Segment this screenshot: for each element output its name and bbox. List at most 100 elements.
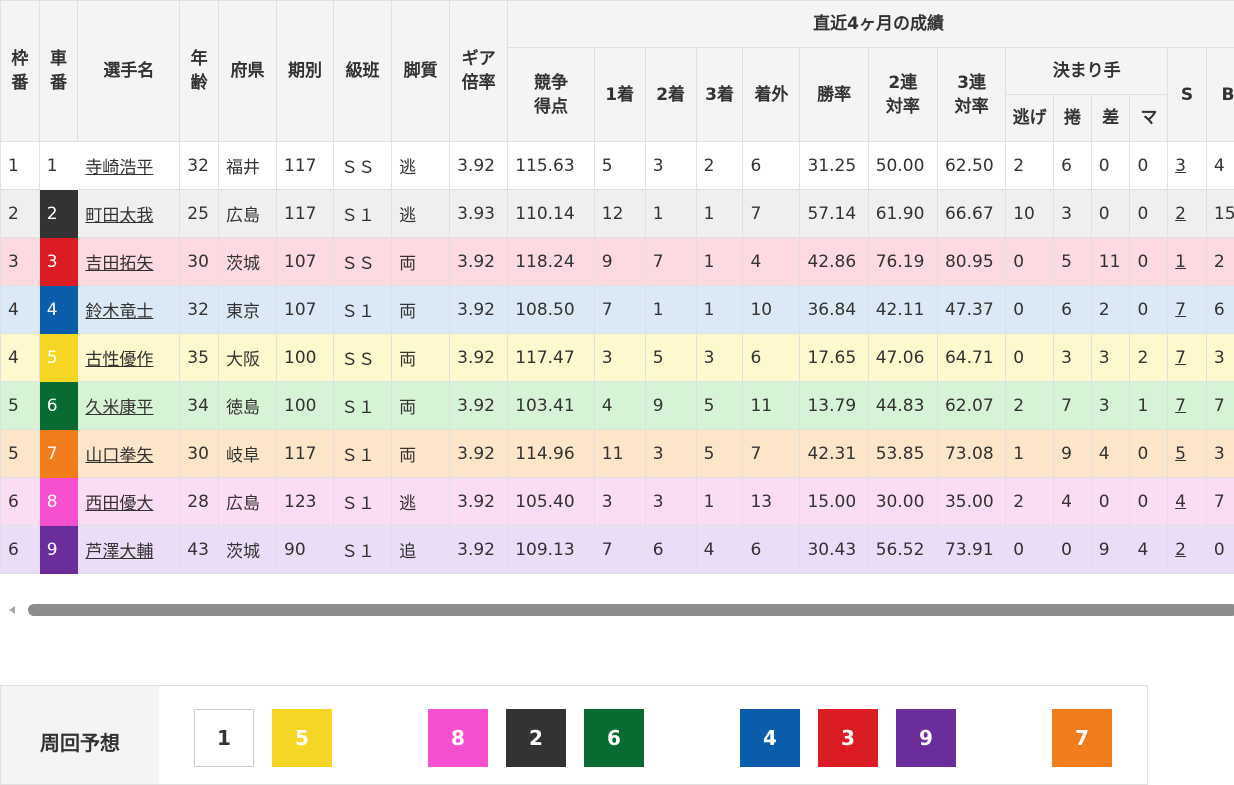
cell-b: 3 (1206, 334, 1234, 382)
header-nige: 逃げ (1006, 95, 1054, 142)
cell-style: 逃 (392, 190, 450, 238)
player-name-link[interactable]: 古性優作 (85, 350, 153, 370)
cell-class: ＳＳ (334, 142, 392, 190)
cell-nige: 1 (1006, 430, 1054, 478)
cell-b: 7 (1206, 478, 1234, 526)
cell-s[interactable]: 1 (1168, 238, 1207, 286)
cell-makuri: 5 (1054, 238, 1092, 286)
cell-makuri: 3 (1054, 334, 1092, 382)
cell-ma: 0 (1130, 190, 1168, 238)
cell-class: Ｓ１ (334, 190, 392, 238)
cell-ma: 2 (1130, 334, 1168, 382)
race-entry-table: 枠番 車番 選手名 年齢 府県 期別 級班 脚質 ギア倍率 直近4ヶ月の成績 競… (0, 0, 1234, 574)
cell-win: 42.31 (800, 430, 868, 478)
cell-s[interactable]: 7 (1168, 334, 1207, 382)
cell-ren3: 62.50 (937, 142, 1005, 190)
cell-win: 30.43 (800, 526, 868, 574)
player-name-link[interactable]: 吉田拓矢 (85, 254, 153, 274)
cell-sha: 7 (39, 430, 78, 478)
cell-pref: 東京 (218, 286, 276, 334)
header-makuri: 捲 (1054, 95, 1092, 142)
cell-b: 2 (1206, 238, 1234, 286)
cell-waku: 6 (1, 526, 40, 574)
cell-style: 両 (392, 286, 450, 334)
cell-third: 1 (696, 190, 743, 238)
cell-third: 1 (696, 286, 743, 334)
cell-first: 5 (594, 142, 645, 190)
header-name: 選手名 (78, 1, 180, 142)
scrollbar-thumb[interactable] (28, 604, 1234, 616)
cell-s[interactable]: 3 (1168, 142, 1207, 190)
cell-win: 13.79 (800, 382, 868, 430)
cell-term: 117 (277, 190, 334, 238)
cell-gear: 3.92 (450, 142, 508, 190)
cell-second: 3 (645, 478, 696, 526)
cell-sashi: 4 (1091, 430, 1130, 478)
cell-s[interactable]: 4 (1168, 478, 1207, 526)
header-gear: ギア倍率 (450, 1, 508, 142)
header-second: 2着 (645, 48, 696, 142)
cell-nige: 2 (1006, 478, 1054, 526)
cell-nige: 2 (1006, 142, 1054, 190)
player-name-link[interactable]: 寺崎浩平 (85, 158, 153, 178)
header-age: 年齢 (180, 1, 219, 142)
cell-pref: 広島 (218, 478, 276, 526)
cell-s[interactable]: 7 (1168, 382, 1207, 430)
scroll-left-arrow-icon[interactable] (9, 606, 15, 614)
cell-waku: 1 (1, 142, 40, 190)
cell-s[interactable]: 7 (1168, 286, 1207, 334)
cell-class: Ｓ１ (334, 286, 392, 334)
cell-ma: 0 (1130, 286, 1168, 334)
cell-sha: 2 (39, 190, 78, 238)
player-name-link[interactable]: 久米康平 (85, 398, 153, 418)
cell-second: 9 (645, 382, 696, 430)
cell-age: 32 (180, 286, 219, 334)
header-term: 期別 (277, 1, 334, 142)
cell-style: 両 (392, 382, 450, 430)
horizontal-scrollbar[interactable] (0, 600, 1234, 622)
cell-third: 5 (696, 430, 743, 478)
cell-out: 10 (743, 286, 800, 334)
cell-style: 追 (392, 526, 450, 574)
cell-makuri: 7 (1054, 382, 1092, 430)
cell-waku: 5 (1, 430, 40, 478)
cell-waku: 5 (1, 382, 40, 430)
lap-prediction-car: 3 (818, 709, 878, 767)
cell-ren2: 61.90 (868, 190, 937, 238)
cell-sha: 1 (39, 142, 78, 190)
cell-score: 118.24 (508, 238, 595, 286)
cell-age: 35 (180, 334, 219, 382)
cell-b: 7 (1206, 382, 1234, 430)
player-name-link[interactable]: 西田優大 (85, 494, 153, 514)
cell-term: 100 (277, 334, 334, 382)
cell-score: 114.96 (508, 430, 595, 478)
cell-win: 17.65 (800, 334, 868, 382)
player-name-link[interactable]: 町田太我 (85, 206, 153, 226)
header-ren2: 2連対率 (868, 48, 937, 142)
cell-s[interactable]: 2 (1168, 190, 1207, 238)
player-name-link[interactable]: 鈴木竜士 (85, 302, 153, 322)
cell-sha: 6 (39, 382, 78, 430)
player-name-link[interactable]: 山口拳矢 (85, 446, 153, 466)
header-kimarite: 決まり手 (1006, 48, 1168, 95)
header-third: 3着 (696, 48, 743, 142)
cell-b: 0 (1206, 526, 1234, 574)
table-row: 33吉田拓矢30茨城107ＳＳ両3.92118.24971442.8676.19… (1, 238, 1234, 286)
cell-s[interactable]: 2 (1168, 526, 1207, 574)
cell-nige: 0 (1006, 286, 1054, 334)
cell-makuri: 6 (1054, 142, 1092, 190)
header-first: 1着 (594, 48, 645, 142)
cell-gear: 3.92 (450, 334, 508, 382)
cell-b: 3 (1206, 430, 1234, 478)
table-row: 11寺崎浩平32福井117ＳＳ逃3.92115.63532631.2550.00… (1, 142, 1234, 190)
cell-second: 7 (645, 238, 696, 286)
header-ma: マ (1130, 95, 1168, 142)
lap-prediction-panel: 周回予想 158264397 (0, 685, 1148, 785)
player-name-link[interactable]: 芦澤大輔 (85, 542, 153, 562)
cell-out: 6 (743, 142, 800, 190)
cell-s[interactable]: 5 (1168, 430, 1207, 478)
cell-win: 42.86 (800, 238, 868, 286)
header-sashi: 差 (1091, 95, 1130, 142)
cell-name: 久米康平 (78, 382, 180, 430)
cell-win: 57.14 (800, 190, 868, 238)
